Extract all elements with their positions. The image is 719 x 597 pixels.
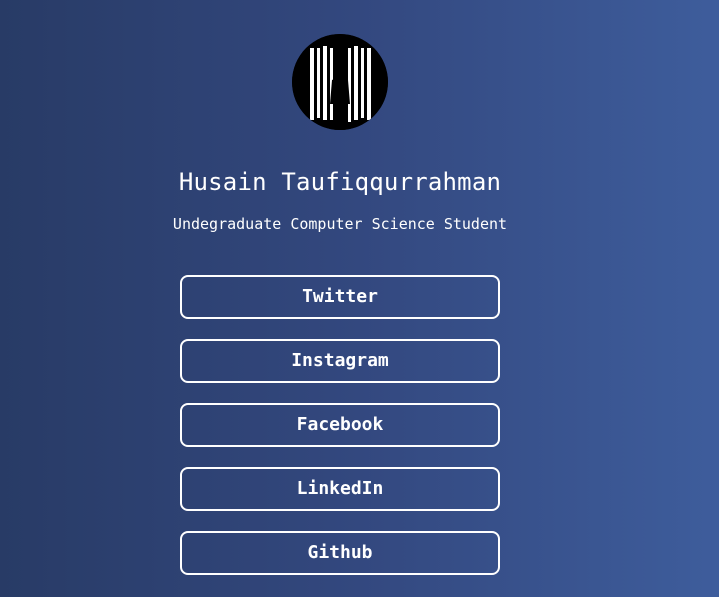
profile-bio: Undegraduate Computer Science Student (172, 215, 508, 233)
facebook-link-button[interactable]: Facebook (180, 403, 500, 447)
linkedin-link-button[interactable]: LinkedIn (180, 467, 500, 511)
avatar-logo-image (292, 34, 388, 130)
instagram-link-button[interactable]: Instagram (180, 339, 500, 383)
profile-name: Husain Taufiqqurrahman (178, 168, 502, 196)
github-link-button[interactable]: Github (180, 531, 500, 575)
profile-avatar (292, 34, 388, 130)
twitter-link-button[interactable]: Twitter (180, 275, 500, 319)
link-list: Twitter Instagram Facebook LinkedIn Gith… (180, 275, 500, 595)
